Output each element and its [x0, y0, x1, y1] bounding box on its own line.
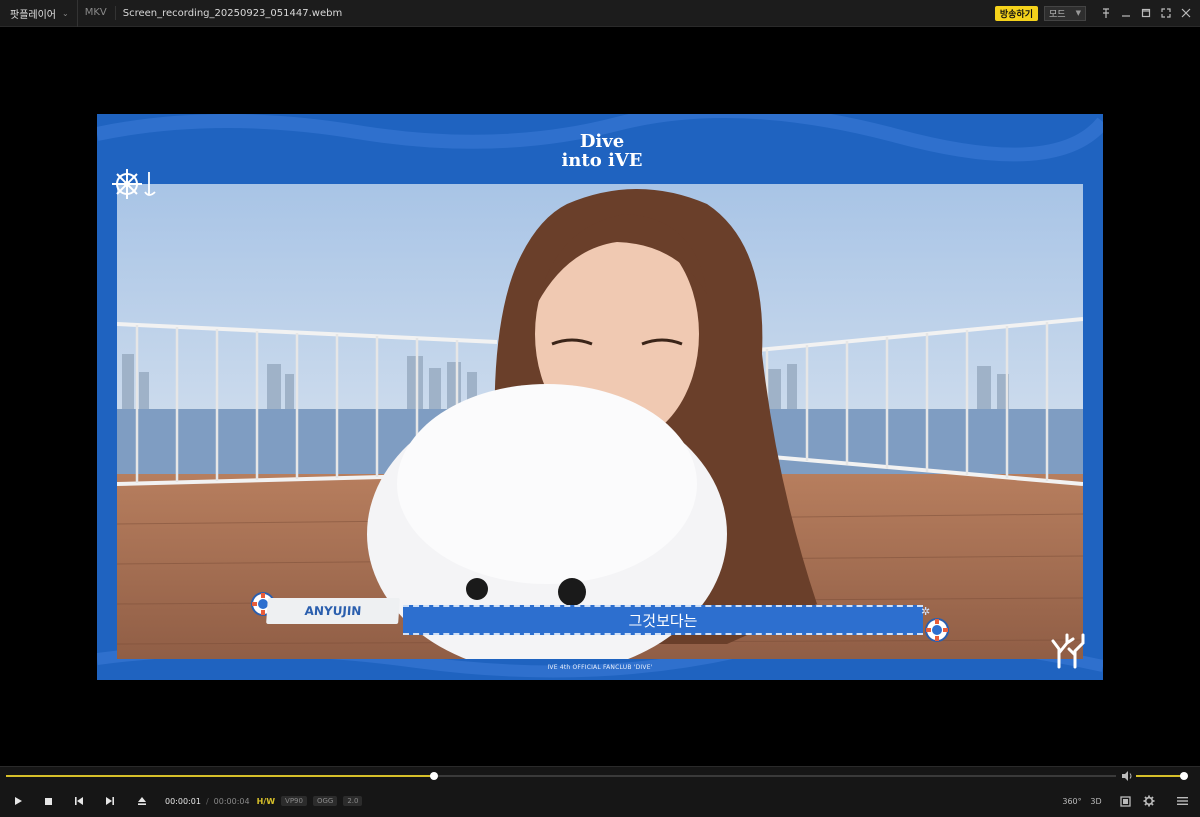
mode-select[interactable]: 모드 ▼: [1044, 5, 1086, 21]
stop-icon: [44, 797, 52, 805]
hamburger-menu-icon: [1176, 797, 1188, 805]
menu-button[interactable]: [1174, 791, 1190, 811]
time-separator: /: [205, 796, 209, 806]
skip-forward-icon: [106, 797, 114, 805]
play-icon: [15, 797, 22, 805]
title-bar: 팟플레이어 ⌄ MKV Screen_recording_20250923_05…: [0, 0, 1200, 27]
seek-bar[interactable]: [6, 772, 1116, 780]
dive-into-ive-logo: Dive into iVE: [561, 131, 643, 171]
previous-button[interactable]: [67, 789, 91, 813]
volume-slider[interactable]: [1136, 772, 1188, 780]
volume-slider-fill: [1136, 775, 1184, 777]
seek-bar-handle[interactable]: [430, 772, 439, 780]
settings-button[interactable]: [1141, 791, 1157, 811]
speaker-name-tag: ANYUJIN: [266, 598, 400, 624]
life-buoy-icon: [925, 618, 949, 642]
file-name-label: Screen_recording_20250923_051447.webm: [122, 7, 343, 19]
fanclub-caption: IVE 4th OFFICIAL FANCLUB 'DIVE': [547, 664, 653, 671]
control-bar: 00:00:01 / 00:00:04 H/W VP90 OGG 2.0 360…: [0, 766, 1200, 817]
vr-360-button[interactable]: 360°: [1062, 791, 1081, 811]
close-icon[interactable]: [1176, 0, 1196, 27]
total-time: 00:00:04: [213, 796, 250, 806]
pin-icon[interactable]: [1096, 0, 1116, 27]
seek-bar-fill: [6, 775, 435, 777]
eject-icon: [138, 797, 146, 805]
caret-down-icon: ▼: [1075, 9, 1081, 17]
video-codec-badge[interactable]: VP90: [281, 796, 307, 806]
video-scene: [117, 184, 1083, 659]
current-time: 00:00:01: [165, 796, 201, 806]
audio-codec-badge[interactable]: OGG: [312, 796, 338, 806]
capture-icon: [1119, 795, 1131, 807]
scene-illustration: [117, 189, 1083, 659]
open-file-button[interactable]: [130, 789, 154, 813]
skip-back-icon: [75, 797, 83, 805]
video-display[interactable]: Dive into iVE ANYUJIN ✲ 그것보다는 ✲ IVE 4th …: [97, 114, 1103, 680]
volume-icon[interactable]: [1121, 770, 1133, 782]
app-name: 팟플레이어: [10, 9, 56, 21]
file-format-label: MKV: [78, 6, 116, 20]
time-info: 00:00:01 / 00:00:04 H/W VP90 OGG 2.0: [165, 796, 363, 806]
play-button[interactable]: [6, 789, 30, 813]
capture-button[interactable]: [1117, 791, 1133, 811]
ship-helm-icon: [112, 169, 156, 199]
maximize-icon[interactable]: [1136, 0, 1156, 27]
next-button[interactable]: [98, 789, 122, 813]
coral-icon: [1051, 633, 1085, 669]
broadcast-button[interactable]: 방송하기: [994, 5, 1038, 21]
stop-button[interactable]: [36, 789, 60, 813]
gear-icon: [1143, 795, 1155, 807]
mode-select-label: 모드: [1049, 9, 1066, 20]
audio-channels-badge[interactable]: 2.0: [343, 796, 363, 806]
chevron-down-icon: ⌄: [62, 8, 69, 18]
volume-slider-handle[interactable]: [1179, 772, 1188, 780]
3d-mode-button[interactable]: 3D: [1088, 791, 1104, 811]
hw-decoder-badge[interactable]: H/W: [257, 797, 275, 806]
fullscreen-icon[interactable]: [1156, 0, 1176, 27]
minimize-icon[interactable]: [1116, 0, 1136, 27]
subtitle-text: 그것보다는: [403, 605, 923, 635]
app-menu-button[interactable]: 팟플레이어 ⌄: [0, 0, 78, 27]
